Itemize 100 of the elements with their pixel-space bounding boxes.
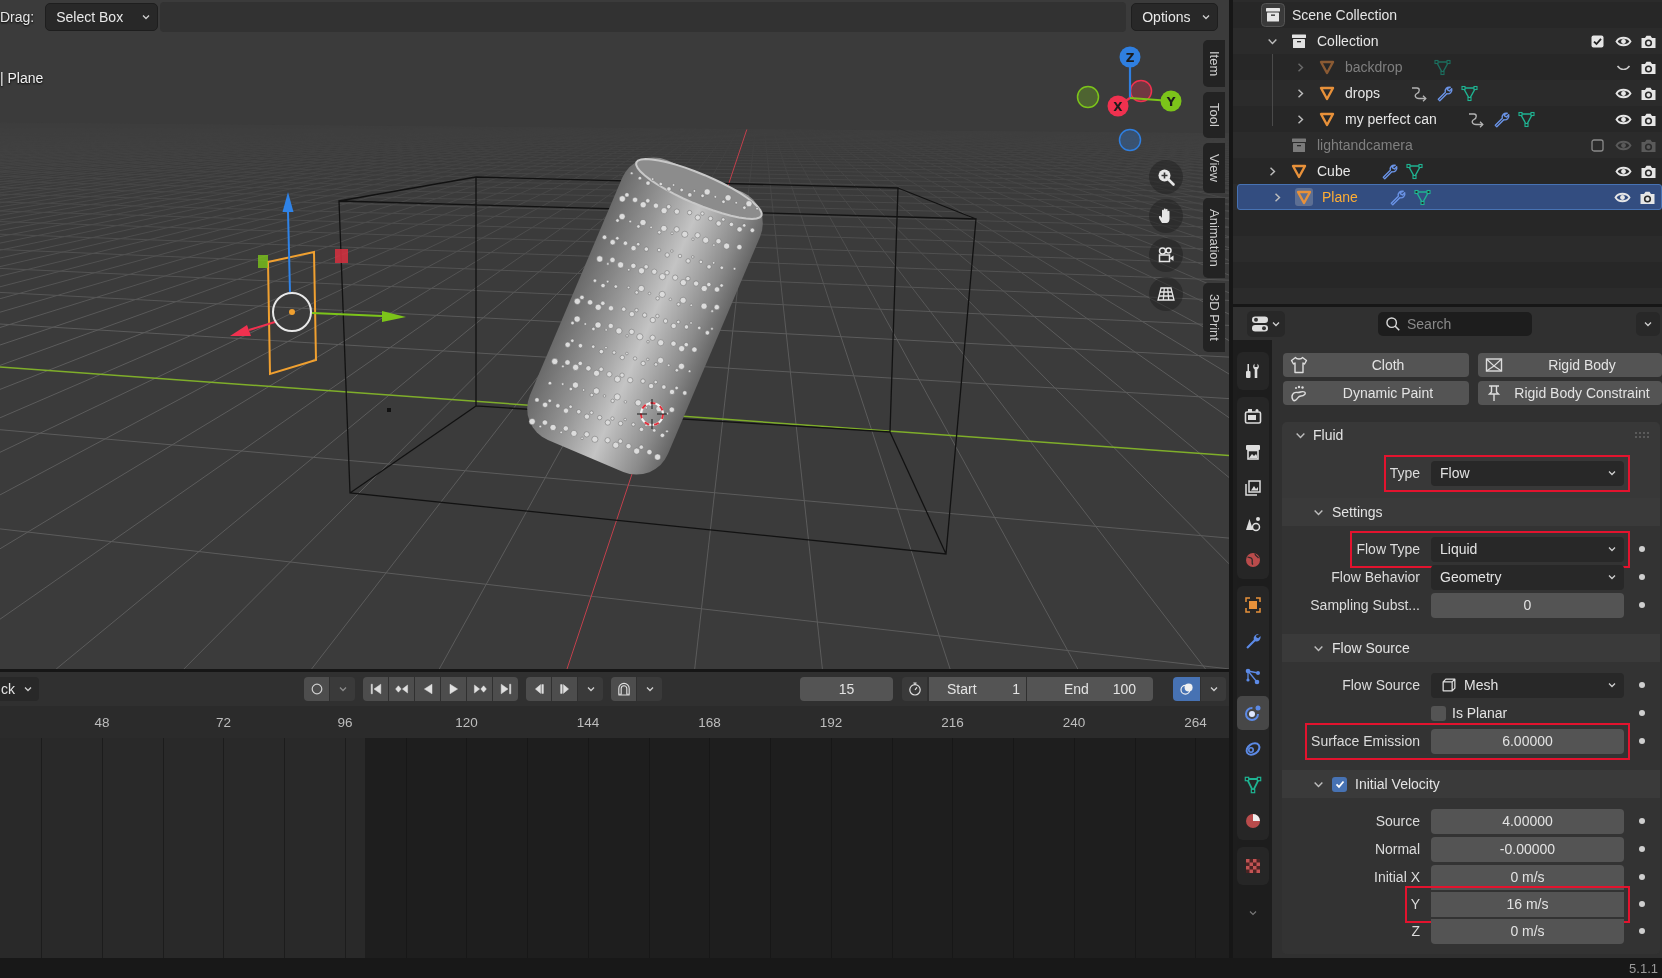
play-button[interactable] [441,677,466,701]
scene-collection-icon [1261,3,1285,27]
pan-button[interactable] [1149,199,1183,233]
move-gizmo[interactable] [230,192,406,336]
sidebar-tab[interactable]: 3D Print [1203,282,1225,352]
zoom-button[interactable] [1149,160,1183,194]
physics-button[interactable]: Cloth [1283,353,1469,377]
physics-button[interactable]: Rigid Body [1478,353,1662,377]
number-field[interactable]: 0 m/s [1431,864,1624,890]
checkbox[interactable] [1332,776,1347,792]
wrench-icon[interactable] [1380,161,1400,181]
chevron-icon[interactable] [1295,87,1306,99]
zoom-in-icon [1156,167,1176,187]
sidebar-tab[interactable]: Animation [1203,198,1225,278]
play-reverse-button[interactable] [415,677,440,701]
search-field[interactable]: Search [1378,311,1532,336]
keyframe-dot-icon[interactable] [1639,928,1645,934]
editor-type-button[interactable] [1247,310,1285,337]
mesh-data-icon[interactable] [1412,187,1432,207]
snap-button[interactable] [611,677,636,701]
search-icon [1385,315,1401,332]
checkbox[interactable] [1431,705,1446,721]
checkbox[interactable] [1591,138,1604,152]
jump-end-button[interactable] [493,677,518,701]
keyframe-dot-icon[interactable] [1639,846,1645,852]
number-field[interactable]: 0 m/s [1431,918,1624,944]
keyframe-dot-icon[interactable] [1639,818,1645,824]
mesh-object-icon [1290,162,1308,180]
physics-button[interactable]: Dynamic Paint [1283,381,1469,405]
next-keyframe-button[interactable] [467,677,492,701]
orbit-icon [1242,703,1263,723]
jump-start-button[interactable] [363,677,388,701]
chevron-icon[interactable] [1272,191,1283,203]
frame-number: 72 [215,714,232,730]
next-frame-button[interactable] [552,677,577,701]
field-label: Y [1410,896,1420,912]
number-field[interactable]: 16 m/s [1431,891,1624,917]
mesh-data-icon[interactable] [1405,161,1425,181]
mesh-triangle-icon [1242,775,1263,795]
drag-mode-dropdown[interactable]: Select Box [45,3,159,31]
sidebar-tab[interactable]: View [1203,143,1225,194]
sidebar-tab[interactable]: Tool [1203,92,1225,139]
keyframe-dot-icon[interactable] [1639,738,1645,744]
panel-header[interactable]: Fluid [1282,422,1660,448]
field-label: Z [1411,923,1420,939]
selected-row[interactable]: Plane [1237,184,1662,210]
checkbox[interactable] [1591,34,1604,48]
sidebar-tab[interactable]: Item [1203,40,1225,88]
keyframe-dot-icon[interactable] [1639,546,1645,552]
outliner-item[interactable]: Cube [1317,163,1351,179]
negative-axis-ball-icon[interactable] [1076,85,1100,109]
mesh-data-icon[interactable] [1460,83,1480,103]
number-field[interactable]: 6.00000 [1431,728,1624,754]
outliner-item[interactable]: drops [1345,85,1381,101]
end-frame-field[interactable]: End 100 [1027,677,1153,701]
keyframe-dot-icon[interactable] [1639,874,1645,880]
overlays-button[interactable] [1173,677,1200,701]
axis-ball-icon[interactable] [1119,46,1141,68]
drag-handle-icon[interactable] [1634,431,1650,439]
outliner-item[interactable]: lightandcamera [1317,137,1413,153]
options-dropdown[interactable]: Options [1131,3,1219,31]
outliner-item[interactable]: my perfect can [1345,111,1437,127]
camera-view-button[interactable] [1149,238,1183,272]
keyframe-dot-icon[interactable] [1639,682,1645,688]
chevron-icon[interactable] [1267,165,1278,177]
dropdown[interactable]: Geometry [1431,564,1624,590]
axis-ball-icon[interactable] [1107,95,1129,117]
keyframe-dot-icon[interactable] [1639,901,1645,907]
field-label: Flow Type [1356,541,1420,557]
prev-frame-button[interactable] [526,677,551,701]
dropdown[interactable]: Mesh [1431,672,1624,698]
caret-icon [1607,544,1617,554]
number-field[interactable]: 4.00000 [1431,808,1624,834]
keyframe-dot-icon[interactable] [1639,602,1645,608]
dropdown[interactable]: Liquid [1431,536,1624,562]
physics-button[interactable]: Rigid Body Constraint [1478,381,1662,405]
start-frame-field[interactable]: Start 1 [929,677,1026,701]
dropdown[interactable]: Flow [1431,460,1624,486]
outliner-item[interactable]: Scene Collection [1292,7,1398,23]
outliner-item[interactable]: Plane [1322,189,1358,205]
negative-axis-ball-icon[interactable] [1129,79,1153,103]
prev-keyframe-button[interactable] [389,677,414,701]
mesh-data-icon[interactable] [1516,109,1536,129]
keyframe-dot-icon[interactable] [1639,710,1645,716]
axis-ball-icon[interactable] [1160,90,1182,112]
mode-dropdown[interactable]: ck [0,677,39,701]
mesh-data-icon[interactable] [1432,57,1452,77]
number-field[interactable]: 0 [1431,592,1624,618]
number-field[interactable]: -0.00000 [1431,836,1624,862]
properties-tab[interactable] [1236,696,1269,730]
current-frame-field[interactable]: 15 [800,677,893,701]
wrench-icon[interactable] [1435,83,1455,103]
outliner-item[interactable]: Collection [1317,33,1379,49]
preview-range-button[interactable] [902,677,927,701]
chevron-icon[interactable] [1295,113,1306,125]
axis-gizmo[interactable]: Z X Y [1075,40,1190,155]
ortho-toggle-button[interactable] [1149,277,1183,311]
outliner-item[interactable]: backdrop [1345,59,1403,75]
keyframe-dot-icon[interactable] [1639,574,1645,580]
negative-axis-ball-icon[interactable] [1118,128,1142,152]
